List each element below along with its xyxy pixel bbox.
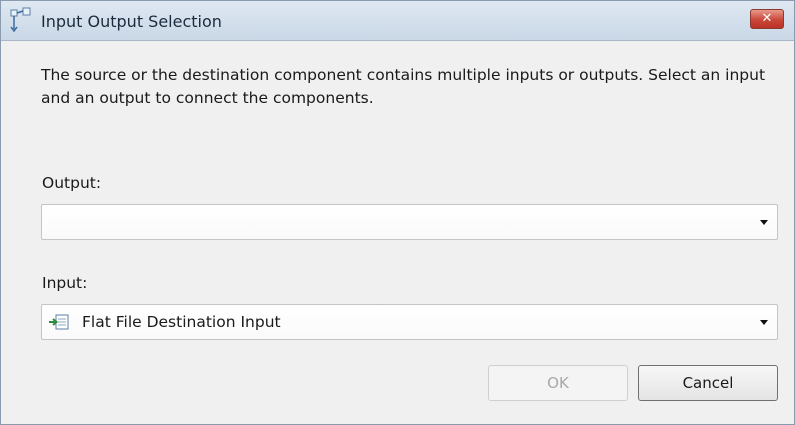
input-dropdown[interactable]: Flat File Destination Input xyxy=(41,304,778,340)
window-title: Input Output Selection xyxy=(41,12,222,31)
chevron-down-icon[interactable] xyxy=(760,320,768,325)
input-value: Flat File Destination Input xyxy=(82,313,281,331)
close-button[interactable]: ✕ xyxy=(750,9,784,29)
dialog-description: The source or the destination component … xyxy=(41,66,766,107)
dataflow-path-icon xyxy=(9,7,33,33)
close-icon: ✕ xyxy=(761,11,773,26)
input-label: Input: xyxy=(42,274,88,292)
chevron-down-icon[interactable] xyxy=(760,220,768,225)
output-dropdown[interactable] xyxy=(41,204,778,240)
flat-file-destination-icon xyxy=(48,314,70,331)
cancel-button[interactable]: Cancel xyxy=(638,365,778,401)
title-bar[interactable]: Input Output Selection ✕ xyxy=(1,1,794,41)
input-output-selection-dialog: Input Output Selection ✕ The source or t… xyxy=(0,0,795,425)
ok-button[interactable]: OK xyxy=(488,365,628,401)
output-label: Output: xyxy=(42,174,102,192)
